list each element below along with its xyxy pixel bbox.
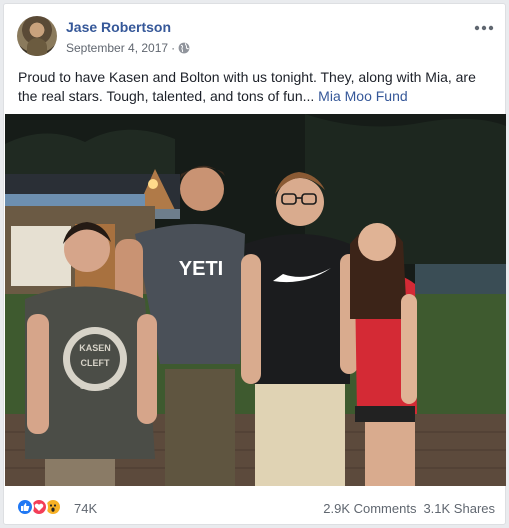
post-photo[interactable]: YETI KASEN CLEFT COURAGE (5, 114, 506, 486)
photo-scene: YETI KASEN CLEFT COURAGE (5, 114, 506, 486)
comments-count[interactable]: 2.9K Comments (323, 501, 416, 516)
mia-moo-fund-link[interactable]: Mia Moo Fund (318, 88, 407, 104)
like-icon (16, 498, 34, 516)
post-date[interactable]: September 4, 2017 (66, 41, 168, 55)
patch-text-3: COURAGE (80, 385, 110, 391)
post-header: Jase Robertson September 4, 2017 · (14, 14, 497, 60)
more-options-icon[interactable] (473, 22, 495, 34)
meta-separator: · (171, 41, 176, 55)
post-text: Proud to have Kasen and Bolton with us t… (18, 68, 498, 106)
patch-text-1: KASEN (79, 343, 111, 353)
post-footer: 74K 2.9K Comments 3.1K Shares (4, 490, 507, 524)
globe-icon (178, 42, 190, 57)
reaction-count[interactable]: 74K (74, 501, 97, 516)
shirt-text: YETI (179, 258, 223, 280)
post-meta: September 4, 2017 · (66, 41, 190, 57)
author-avatar[interactable] (17, 16, 57, 56)
patch-text-2: CLEFT (81, 358, 110, 368)
author-name[interactable]: Jase Robertson (66, 19, 171, 35)
post-card: Jase Robertson September 4, 2017 · Proud … (3, 3, 506, 525)
shares-count[interactable]: 3.1K Shares (423, 501, 495, 516)
post-stats: 2.9K Comments 3.1K Shares (323, 501, 495, 516)
